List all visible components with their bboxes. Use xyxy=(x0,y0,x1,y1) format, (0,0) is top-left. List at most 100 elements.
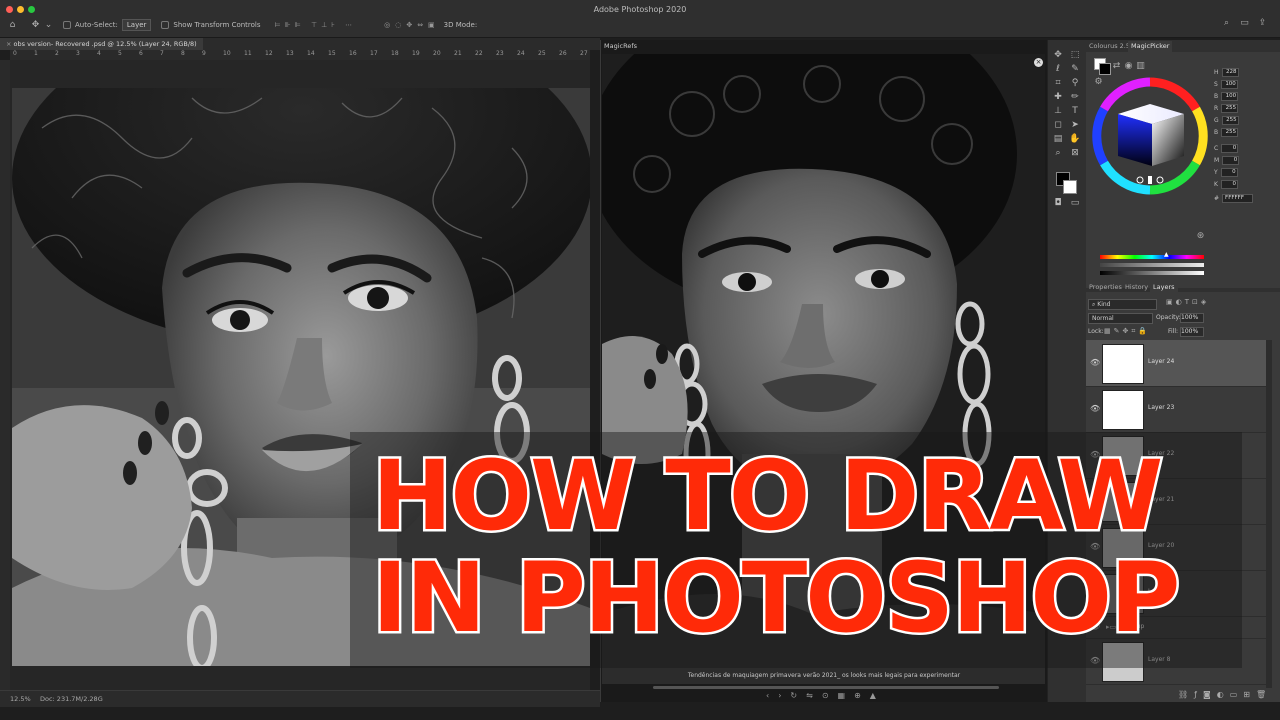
fill-field[interactable]: 100% xyxy=(1180,327,1204,337)
blend-mode-dropdown[interactable]: Normal xyxy=(1088,313,1153,324)
layer-row[interactable]: 👁 Layer 24 xyxy=(1086,340,1266,387)
screen-mode-icon[interactable]: ▭ xyxy=(1069,198,1081,209)
brightness-slider[interactable] xyxy=(1100,271,1204,275)
search-icon[interactable]: ⌕ xyxy=(1222,19,1231,28)
new-layer-icon[interactable]: ⊞ xyxy=(1243,690,1250,699)
r-field[interactable]: 255 xyxy=(1221,104,1239,113)
eraser-tool-icon[interactable]: ◻ xyxy=(1052,120,1064,131)
hand-tool-icon[interactable]: ✋ xyxy=(1069,134,1081,145)
zoom-tool-icon[interactable]: ⌕ xyxy=(1052,148,1064,159)
palette-icon[interactable]: ▥ xyxy=(1136,62,1145,71)
auto-select-checkbox[interactable] xyxy=(63,21,71,29)
m-field[interactable]: 0 xyxy=(1222,156,1240,165)
trash-icon[interactable]: 🗑 xyxy=(1256,690,1266,699)
auto-select-dropdown[interactable]: Layer xyxy=(121,19,152,31)
folder-icon[interactable]: ▭ xyxy=(1230,690,1238,699)
layer-filter-dropdown[interactable]: ⌕ Kind xyxy=(1088,299,1157,310)
wheel-mode-icon[interactable]: ◉ xyxy=(1124,62,1133,71)
show-transform-checkbox[interactable] xyxy=(161,21,170,29)
eye-icon[interactable]: 👁 xyxy=(1090,358,1100,367)
rotate-icon[interactable]: ↻ xyxy=(790,691,797,700)
chevron-right-icon[interactable]: › xyxy=(778,691,781,700)
reference-scrollbar[interactable] xyxy=(653,686,999,689)
layer-name: Layer 24 xyxy=(1148,358,1175,365)
rotate-view-tool-icon[interactable]: ⊠ xyxy=(1069,148,1081,159)
eye-icon[interactable]: 👁 xyxy=(1090,404,1100,413)
move-tool-icon[interactable]: ✥ xyxy=(1052,50,1064,61)
layer-thumbnail xyxy=(1102,390,1144,430)
close-reference-button[interactable]: × xyxy=(1034,58,1043,67)
tab-layers[interactable]: Layers xyxy=(1150,282,1178,293)
home-icon[interactable]: ⌂ xyxy=(8,20,17,30)
ruler-number: 17 xyxy=(370,50,378,57)
tab-history[interactable]: History xyxy=(1122,282,1151,293)
zoom-window-button[interactable] xyxy=(28,6,35,13)
reference-panel-tab[interactable]: MagicRefs xyxy=(604,42,637,50)
3d-tools-icons[interactable]: ◎◌✥⇔▣ xyxy=(384,21,440,29)
link-icon[interactable]: ⛓ xyxy=(1178,690,1188,699)
3d-mode-label: 3D Mode: xyxy=(443,21,478,29)
brush-tool-icon[interactable]: ✏ xyxy=(1069,92,1081,103)
move-tool-icon[interactable]: ✥ xyxy=(31,20,40,30)
h-field[interactable]: 228 xyxy=(1221,68,1239,77)
background-color-swatch[interactable] xyxy=(1063,180,1077,194)
align-icons[interactable]: ⊨⊪⊫ ⊤⊥⊦ ⋯ xyxy=(275,21,357,29)
ruler-number: 22 xyxy=(475,50,483,57)
b-field[interactable]: 100 xyxy=(1221,92,1239,101)
color-icon[interactable]: ▲ xyxy=(870,691,876,700)
pin-icon[interactable]: ⊙ xyxy=(822,691,829,700)
swap-icon[interactable]: ⇄ xyxy=(1112,62,1121,71)
flip-icon[interactable]: ⇋ xyxy=(806,691,813,700)
quick-select-tool-icon[interactable]: ✎ xyxy=(1069,64,1081,75)
eyedropper-tool-icon[interactable]: ⚲ xyxy=(1069,78,1081,89)
saturation-slider[interactable] xyxy=(1100,263,1204,267)
close-tab-icon[interactable]: × xyxy=(6,40,11,48)
ruler-number: 3 xyxy=(76,50,80,57)
lock-icons[interactable]: ▦✎✥⌗🔒 xyxy=(1104,327,1150,336)
zoom-level[interactable]: 12.5% xyxy=(10,695,31,703)
chevron-down-icon[interactable]: ⌄ xyxy=(44,20,53,30)
quick-mask-icon[interactable]: ◘ xyxy=(1052,198,1064,209)
g-field[interactable]: 255 xyxy=(1221,116,1239,125)
filter-icons[interactable]: ▣◐T⊡◈ xyxy=(1166,298,1209,306)
workspace-icon[interactable]: ▭ xyxy=(1240,19,1249,28)
zoom-icon[interactable]: ⊕ xyxy=(854,691,861,700)
minimize-window-button[interactable] xyxy=(17,6,24,13)
fx-icon[interactable]: ƒ xyxy=(1194,690,1197,699)
type-tool-icon[interactable]: T xyxy=(1069,106,1081,117)
target-icon[interactable]: ⊛ xyxy=(1196,232,1205,241)
reference-nav-toolbar: ‹ › ↻ ⇋ ⊙ ▦ ⊕ ▲ xyxy=(766,691,876,700)
grid-icon[interactable]: ▦ xyxy=(838,691,846,700)
gradient-tool-icon[interactable]: ▤ xyxy=(1052,134,1064,145)
overlay-title-line1: HOW TO DRAW xyxy=(369,440,1165,552)
marquee-tool-icon[interactable]: ⬚ xyxy=(1069,50,1081,61)
c-field[interactable]: 0 xyxy=(1221,144,1239,153)
hue-slider-handle[interactable]: ▲ xyxy=(1164,251,1169,258)
layers-scrollbar[interactable] xyxy=(1266,340,1272,688)
share-icon[interactable]: ⇪ xyxy=(1258,19,1267,28)
color-value-h: H 228 xyxy=(1214,68,1239,77)
crop-tool-icon[interactable]: ⌗ xyxy=(1052,78,1064,89)
blue-field[interactable]: 255 xyxy=(1221,128,1239,137)
s-field[interactable]: 100 xyxy=(1220,80,1238,89)
close-window-button[interactable] xyxy=(6,6,13,13)
color-wheel[interactable] xyxy=(1088,74,1212,198)
opacity-field[interactable]: 100% xyxy=(1180,313,1204,323)
path-select-tool-icon[interactable]: ➤ xyxy=(1069,120,1081,131)
k-field[interactable]: 0 xyxy=(1220,180,1238,189)
tab-colourus[interactable]: Colourus 2.5 xyxy=(1086,41,1133,52)
layer-row[interactable]: 👁 Layer 23 xyxy=(1086,386,1266,433)
healing-tool-icon[interactable]: ✚ xyxy=(1052,92,1064,103)
adjustment-icon[interactable]: ◐ xyxy=(1217,690,1224,699)
lasso-tool-icon[interactable]: ℓ xyxy=(1052,64,1064,75)
hex-field[interactable]: FFFFFF xyxy=(1222,194,1254,203)
ruler-number: 18 xyxy=(391,50,399,57)
y-field[interactable]: 0 xyxy=(1220,168,1238,177)
stamp-tool-icon[interactable]: ⊥ xyxy=(1052,106,1064,117)
document-tab[interactable]: × obs version- Recovered .psd @ 12.5% (L… xyxy=(0,38,203,50)
chevron-left-icon[interactable]: ‹ xyxy=(766,691,769,700)
tab-properties[interactable]: Properties xyxy=(1086,282,1125,293)
hue-slider[interactable] xyxy=(1100,255,1204,259)
tab-magicpicker[interactable]: MagicPicker xyxy=(1128,41,1173,52)
mask-icon[interactable]: ◙ xyxy=(1203,690,1211,699)
